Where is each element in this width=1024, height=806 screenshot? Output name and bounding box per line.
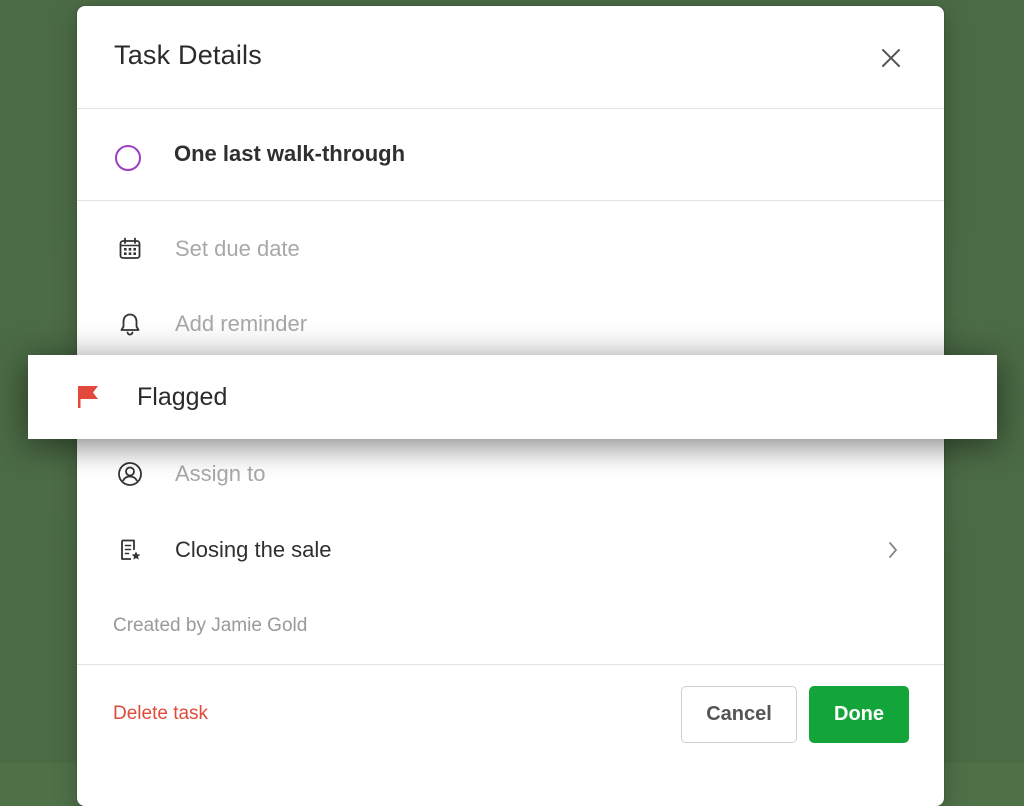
task-name[interactable]: One last walk-through xyxy=(174,141,405,167)
close-button[interactable] xyxy=(877,44,905,72)
bell-icon xyxy=(120,313,140,336)
flagged-label: Flagged xyxy=(137,383,228,411)
task-complete-checkbox[interactable] xyxy=(115,145,141,171)
project-name: Closing the sale xyxy=(175,537,332,562)
task-title-row: One last walk-through xyxy=(77,109,944,201)
reminder-placeholder: Add reminder xyxy=(175,311,308,336)
reminder-row[interactable]: Add reminder xyxy=(77,297,944,353)
dialog-header: Task Details xyxy=(77,6,944,109)
close-icon xyxy=(882,49,900,67)
user-circle-icon xyxy=(118,462,142,486)
delete-task-link[interactable]: Delete task xyxy=(113,703,208,725)
due-date-placeholder: Set due date xyxy=(175,236,300,261)
created-by-text: Created by Jamie Gold xyxy=(113,615,308,636)
flagged-row[interactable]: Flagged xyxy=(28,355,997,439)
assign-row[interactable]: Assign to xyxy=(77,447,944,503)
project-row[interactable]: Closing the sale xyxy=(77,523,944,579)
calendar-icon xyxy=(119,237,141,259)
dialog-title: Task Details xyxy=(114,40,262,70)
flag-icon xyxy=(78,386,98,408)
due-date-row[interactable]: Set due date xyxy=(77,222,944,278)
dialog-footer: Delete task Cancel Done xyxy=(77,664,944,765)
done-button[interactable]: Done xyxy=(809,686,909,743)
assign-placeholder: Assign to xyxy=(175,461,266,486)
chevron-right-icon xyxy=(889,542,897,558)
cancel-button[interactable]: Cancel xyxy=(681,686,797,743)
project-list-icon xyxy=(121,539,141,560)
